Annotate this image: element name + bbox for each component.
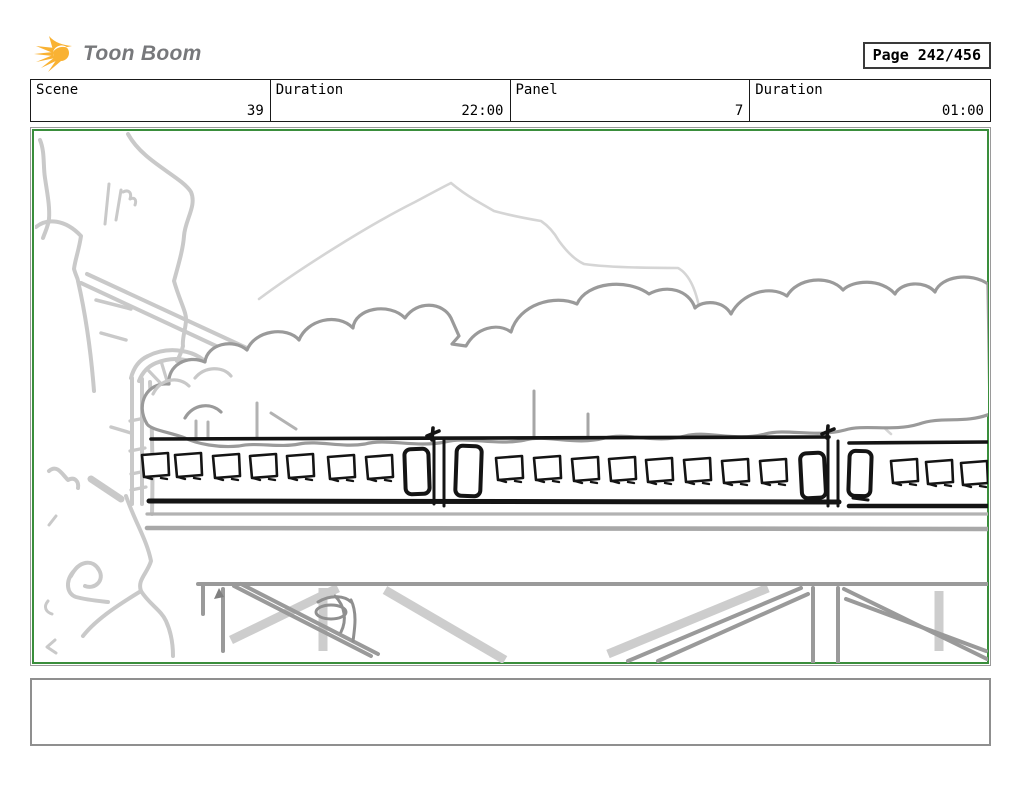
train-sketch xyxy=(140,424,988,509)
train-windows-car2 xyxy=(494,454,789,487)
train-windows-car3 xyxy=(889,457,988,489)
panel-duration-cell: Duration 01:00 xyxy=(750,80,990,121)
storyboard-page: Toon Boom Page 242/456 Scene 39 Duration… xyxy=(0,0,1024,793)
train-windows-car1 xyxy=(140,451,395,483)
scene-cell: Scene 39 xyxy=(31,80,271,121)
scene-label: Scene xyxy=(36,82,79,98)
train-floor-line xyxy=(146,498,842,505)
storyboard-drawing xyxy=(35,132,988,663)
toonboom-starburst-icon xyxy=(34,36,72,72)
scene-duration-value: 22:00 xyxy=(461,103,504,119)
clouds-sketch xyxy=(140,275,988,449)
panel-info-table: Scene 39 Duration 22:00 Panel 7 Duration… xyxy=(30,79,991,122)
train-doors xyxy=(402,443,874,502)
train-roof-line xyxy=(149,435,831,441)
bridge-truss-sketch xyxy=(196,582,988,663)
page-number-badge: Page 242/456 xyxy=(862,42,991,69)
scene-value: 39 xyxy=(246,103,264,119)
panel-value: 7 xyxy=(734,103,744,119)
panel-cell: Panel 7 xyxy=(511,80,751,121)
caption-box xyxy=(30,678,991,746)
panel-label: Panel xyxy=(515,82,558,98)
scene-duration-label: Duration xyxy=(275,82,344,98)
panel-duration-label: Duration xyxy=(755,82,823,98)
storyboard-panel xyxy=(30,127,991,666)
scene-duration-cell: Duration 22:00 xyxy=(271,80,511,121)
panel-duration-value: 01:00 xyxy=(941,103,984,119)
bridge-deck-lines xyxy=(144,512,988,532)
toonboom-logo: Toon Boom xyxy=(34,35,202,73)
train-roof-line-2 xyxy=(847,440,988,445)
brand-name: Toon Boom xyxy=(83,42,202,65)
